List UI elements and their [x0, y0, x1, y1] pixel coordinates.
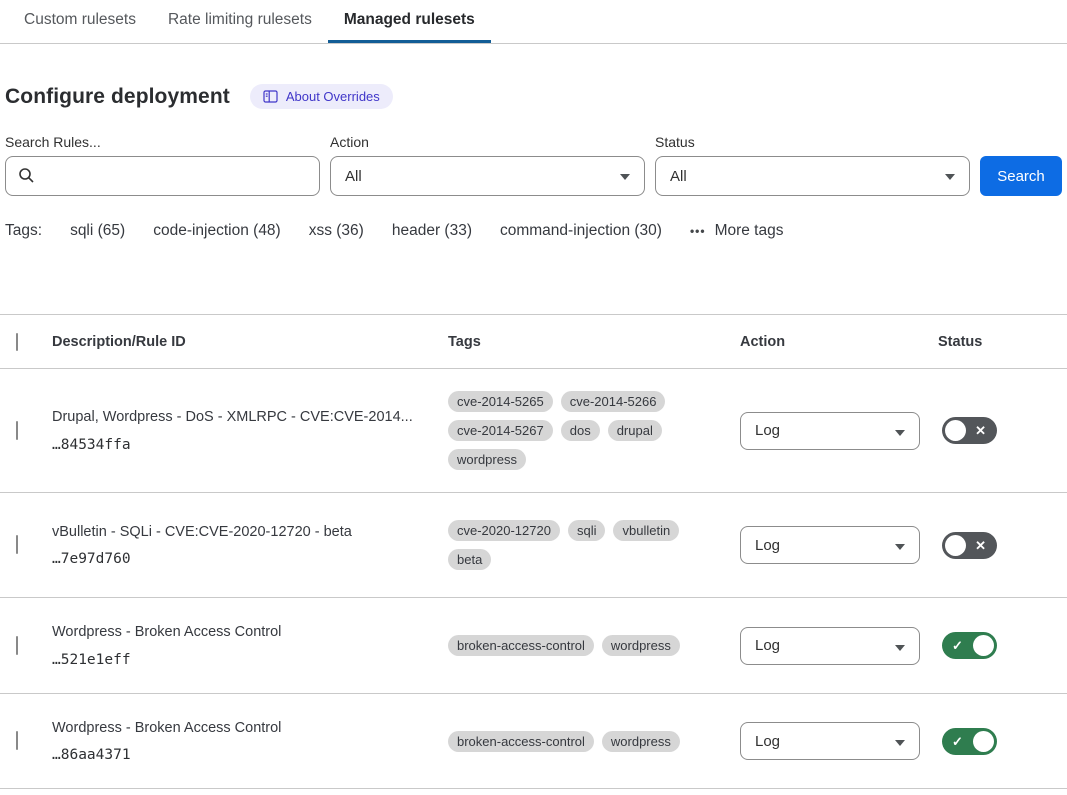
- rule-status-toggle[interactable]: ✕: [942, 417, 997, 444]
- rule-tags: broken-access-control wordpress: [448, 731, 704, 752]
- rule-action-value: Log: [755, 422, 780, 439]
- rule-tags: broken-access-control wordpress: [448, 635, 704, 656]
- chevron-down-icon: [895, 544, 905, 550]
- rule-id: …7e97d760: [52, 551, 428, 567]
- rule-action-select[interactable]: Log: [740, 627, 920, 665]
- chevron-down-icon: [620, 174, 630, 180]
- tab-managed-rulesets[interactable]: Managed rulesets: [328, 0, 491, 43]
- more-tags-button[interactable]: ••• More tags: [690, 222, 784, 240]
- tags-bar: Tags: sqli (65) code-injection (48) xss (3…: [5, 222, 1062, 240]
- rules-table: Description/Rule ID Tags Action Status D…: [0, 314, 1067, 789]
- table-row: Drupal, Wordpress - DoS - XMLRPC - CVE:C…: [0, 369, 1067, 493]
- toggle-knob: [973, 635, 994, 656]
- tag-pill: wordpress: [448, 449, 526, 470]
- page-title: Configure deployment: [5, 85, 230, 109]
- tag-filter[interactable]: command-injection (30): [500, 222, 662, 240]
- table-row: Wordpress - Broken Access Control …521e1…: [0, 598, 1067, 694]
- toggle-knob: [945, 535, 966, 556]
- page-header: Configure deployment About Overrides: [5, 84, 1067, 109]
- about-overrides-label: About Overrides: [286, 89, 380, 104]
- tag-pill: wordpress: [602, 635, 680, 656]
- action-filter-select[interactable]: All: [330, 156, 645, 196]
- rule-action-value: Log: [755, 637, 780, 654]
- more-tags-label: More tags: [715, 222, 784, 240]
- tag-filter[interactable]: header (33): [392, 222, 472, 240]
- tag-filter[interactable]: xss (36): [309, 222, 364, 240]
- status-filter-label: Status: [655, 134, 970, 150]
- about-overrides-badge[interactable]: About Overrides: [250, 84, 393, 109]
- rule-id: …86aa4371: [52, 747, 428, 763]
- table-header-row: Description/Rule ID Tags Action Status: [0, 315, 1067, 369]
- row-checkbox[interactable]: [16, 636, 18, 655]
- tag-pill: cve-2014-5265: [448, 391, 553, 412]
- rule-status-toggle[interactable]: ✓: [942, 728, 997, 755]
- rule-status-toggle[interactable]: ✕: [942, 532, 997, 559]
- rule-description: Drupal, Wordpress - DoS - XMLRPC - CVE:C…: [52, 408, 428, 428]
- search-button[interactable]: Search: [980, 156, 1062, 196]
- tag-filter[interactable]: sqli (65): [70, 222, 125, 240]
- tag-pill: broken-access-control: [448, 731, 594, 752]
- ruleset-tabs: Custom rulesetsRate limiting rulesetsMan…: [0, 0, 1067, 44]
- toggle-state-icon: ✕: [975, 532, 986, 559]
- row-checkbox[interactable]: [16, 421, 18, 440]
- tag-pill: cve-2020-12720: [448, 520, 560, 541]
- select-all-checkbox[interactable]: [16, 333, 18, 351]
- chevron-down-icon: [895, 645, 905, 651]
- column-header-description: Description/Rule ID: [52, 334, 448, 350]
- filter-bar: Search Rules... Action All Status All Se…: [5, 134, 1062, 196]
- column-header-status: Status: [938, 334, 1067, 350]
- row-checkbox[interactable]: [16, 731, 18, 750]
- tag-filter[interactable]: code-injection (48): [153, 222, 281, 240]
- chevron-down-icon: [895, 740, 905, 746]
- rule-action-select[interactable]: Log: [740, 722, 920, 760]
- action-filter-label: Action: [330, 134, 645, 150]
- rule-id: …521e1eff: [52, 652, 428, 668]
- toggle-knob: [945, 420, 966, 441]
- table-body: Drupal, Wordpress - DoS - XMLRPC - CVE:C…: [0, 369, 1067, 789]
- chevron-down-icon: [945, 174, 955, 180]
- toggle-state-icon: ✓: [952, 728, 963, 755]
- search-rules-label: Search Rules...: [5, 134, 320, 150]
- tag-pill: drupal: [608, 420, 662, 441]
- toggle-state-icon: ✓: [952, 632, 963, 659]
- tag-pill: sqli: [568, 520, 606, 541]
- tags-bar-items: sqli (65) code-injection (48) xss (36) head…: [70, 222, 662, 240]
- rule-tags: cve-2014-5265 cve-2014-5266 cve-2014-5267 d…: [448, 391, 704, 470]
- tag-pill: dos: [561, 420, 600, 441]
- search-rules-input[interactable]: [5, 156, 320, 196]
- rule-action-value: Log: [755, 537, 780, 554]
- status-filter-select[interactable]: All: [655, 156, 970, 196]
- rule-description: vBulletin - SQLi - CVE:CVE-2020-12720 - …: [52, 523, 428, 543]
- tag-pill: cve-2014-5267: [448, 420, 553, 441]
- column-header-tags: Tags: [448, 334, 740, 350]
- rule-tags: cve-2020-12720 sqli vbulletin beta: [448, 520, 704, 570]
- tag-pill: wordpress: [602, 731, 680, 752]
- rule-action-value: Log: [755, 733, 780, 750]
- book-icon: [263, 90, 278, 103]
- rule-description: Wordpress - Broken Access Control: [52, 623, 428, 643]
- rule-status-toggle[interactable]: ✓: [942, 632, 997, 659]
- tag-pill: broken-access-control: [448, 635, 594, 656]
- tab-rate-limiting-rulesets[interactable]: Rate limiting rulesets: [152, 0, 328, 43]
- ellipsis-icon: •••: [690, 224, 706, 238]
- column-header-action: Action: [740, 334, 938, 350]
- tag-pill: cve-2014-5266: [561, 391, 666, 412]
- action-filter-value: All: [345, 168, 362, 185]
- toggle-knob: [973, 731, 994, 752]
- rule-action-select[interactable]: Log: [740, 526, 920, 564]
- toggle-state-icon: ✕: [975, 417, 986, 444]
- tag-pill: vbulletin: [613, 520, 679, 541]
- chevron-down-icon: [895, 430, 905, 436]
- tags-bar-label: Tags:: [5, 222, 42, 240]
- row-checkbox[interactable]: [16, 535, 18, 554]
- table-row: vBulletin - SQLi - CVE:CVE-2020-12720 - …: [0, 493, 1067, 598]
- tab-custom-rulesets[interactable]: Custom rulesets: [8, 0, 152, 43]
- tag-pill: beta: [448, 549, 491, 570]
- rule-id: …84534ffa: [52, 437, 428, 453]
- rule-action-select[interactable]: Log: [740, 412, 920, 450]
- status-filter-value: All: [670, 168, 687, 185]
- rule-description: Wordpress - Broken Access Control: [52, 719, 428, 739]
- table-row: Wordpress - Broken Access Control …86aa4…: [0, 694, 1067, 789]
